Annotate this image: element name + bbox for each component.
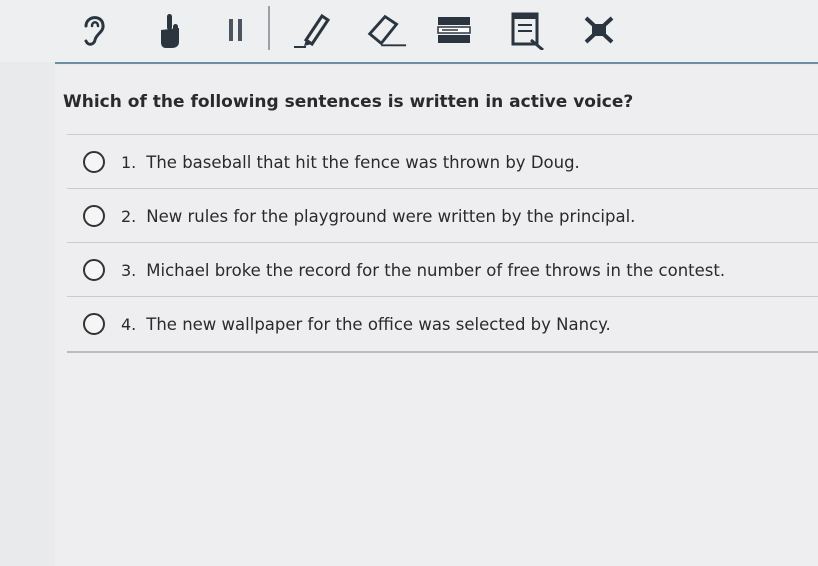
ear-icon bbox=[84, 16, 105, 46]
choice-text: Michael broke the record for the number … bbox=[146, 260, 726, 280]
question-panel: Which of the following sentences is writ… bbox=[55, 66, 818, 566]
choice-number: 2. bbox=[121, 206, 137, 226]
toolbar-separator bbox=[268, 6, 270, 50]
answer-eliminator-button[interactable] bbox=[578, 8, 622, 52]
pointer-button[interactable] bbox=[148, 8, 192, 52]
choice-text: New rules for the playground were writte… bbox=[146, 206, 636, 226]
notepad-icon bbox=[511, 12, 544, 50]
toolbar-divider bbox=[55, 62, 818, 64]
highlighter-button[interactable] bbox=[292, 8, 336, 52]
choice-number: 4. bbox=[121, 314, 137, 334]
text-to-speech-button[interactable] bbox=[72, 8, 116, 52]
radio-button[interactable] bbox=[83, 313, 105, 335]
choice-number: 3. bbox=[121, 260, 137, 280]
pause-icon bbox=[229, 19, 242, 41]
radio-button[interactable] bbox=[83, 259, 105, 281]
eraser-icon bbox=[367, 14, 407, 47]
pencil-icon bbox=[294, 13, 331, 48]
answer-choice-1[interactable]: 1. The baseball that hit the fence was t… bbox=[67, 134, 818, 189]
radio-button[interactable] bbox=[83, 151, 105, 173]
hand-pointer-icon bbox=[161, 14, 179, 48]
toolbar bbox=[0, 0, 818, 62]
choice-number: 1. bbox=[121, 152, 137, 172]
eraser-button[interactable] bbox=[364, 8, 408, 52]
pause-button[interactable] bbox=[214, 8, 258, 52]
line-reader-button[interactable] bbox=[432, 8, 476, 52]
answer-choice-3[interactable]: 3. Michael broke the record for the numb… bbox=[67, 242, 818, 297]
choice-text: The new wallpaper for the office was sel… bbox=[146, 314, 611, 334]
answer-choice-4[interactable]: 4. The new wallpaper for the office was … bbox=[67, 296, 818, 353]
choice-text: The baseball that hit the fence was thro… bbox=[146, 152, 580, 172]
line-reader-icon bbox=[437, 17, 471, 43]
notepad-button[interactable] bbox=[505, 8, 549, 52]
radio-button[interactable] bbox=[83, 205, 105, 227]
answer-eliminator-icon bbox=[584, 16, 614, 44]
question-prompt: Which of the following sentences is writ… bbox=[63, 92, 634, 112]
answer-choice-2[interactable]: 2. New rules for the playground were wri… bbox=[67, 188, 818, 243]
